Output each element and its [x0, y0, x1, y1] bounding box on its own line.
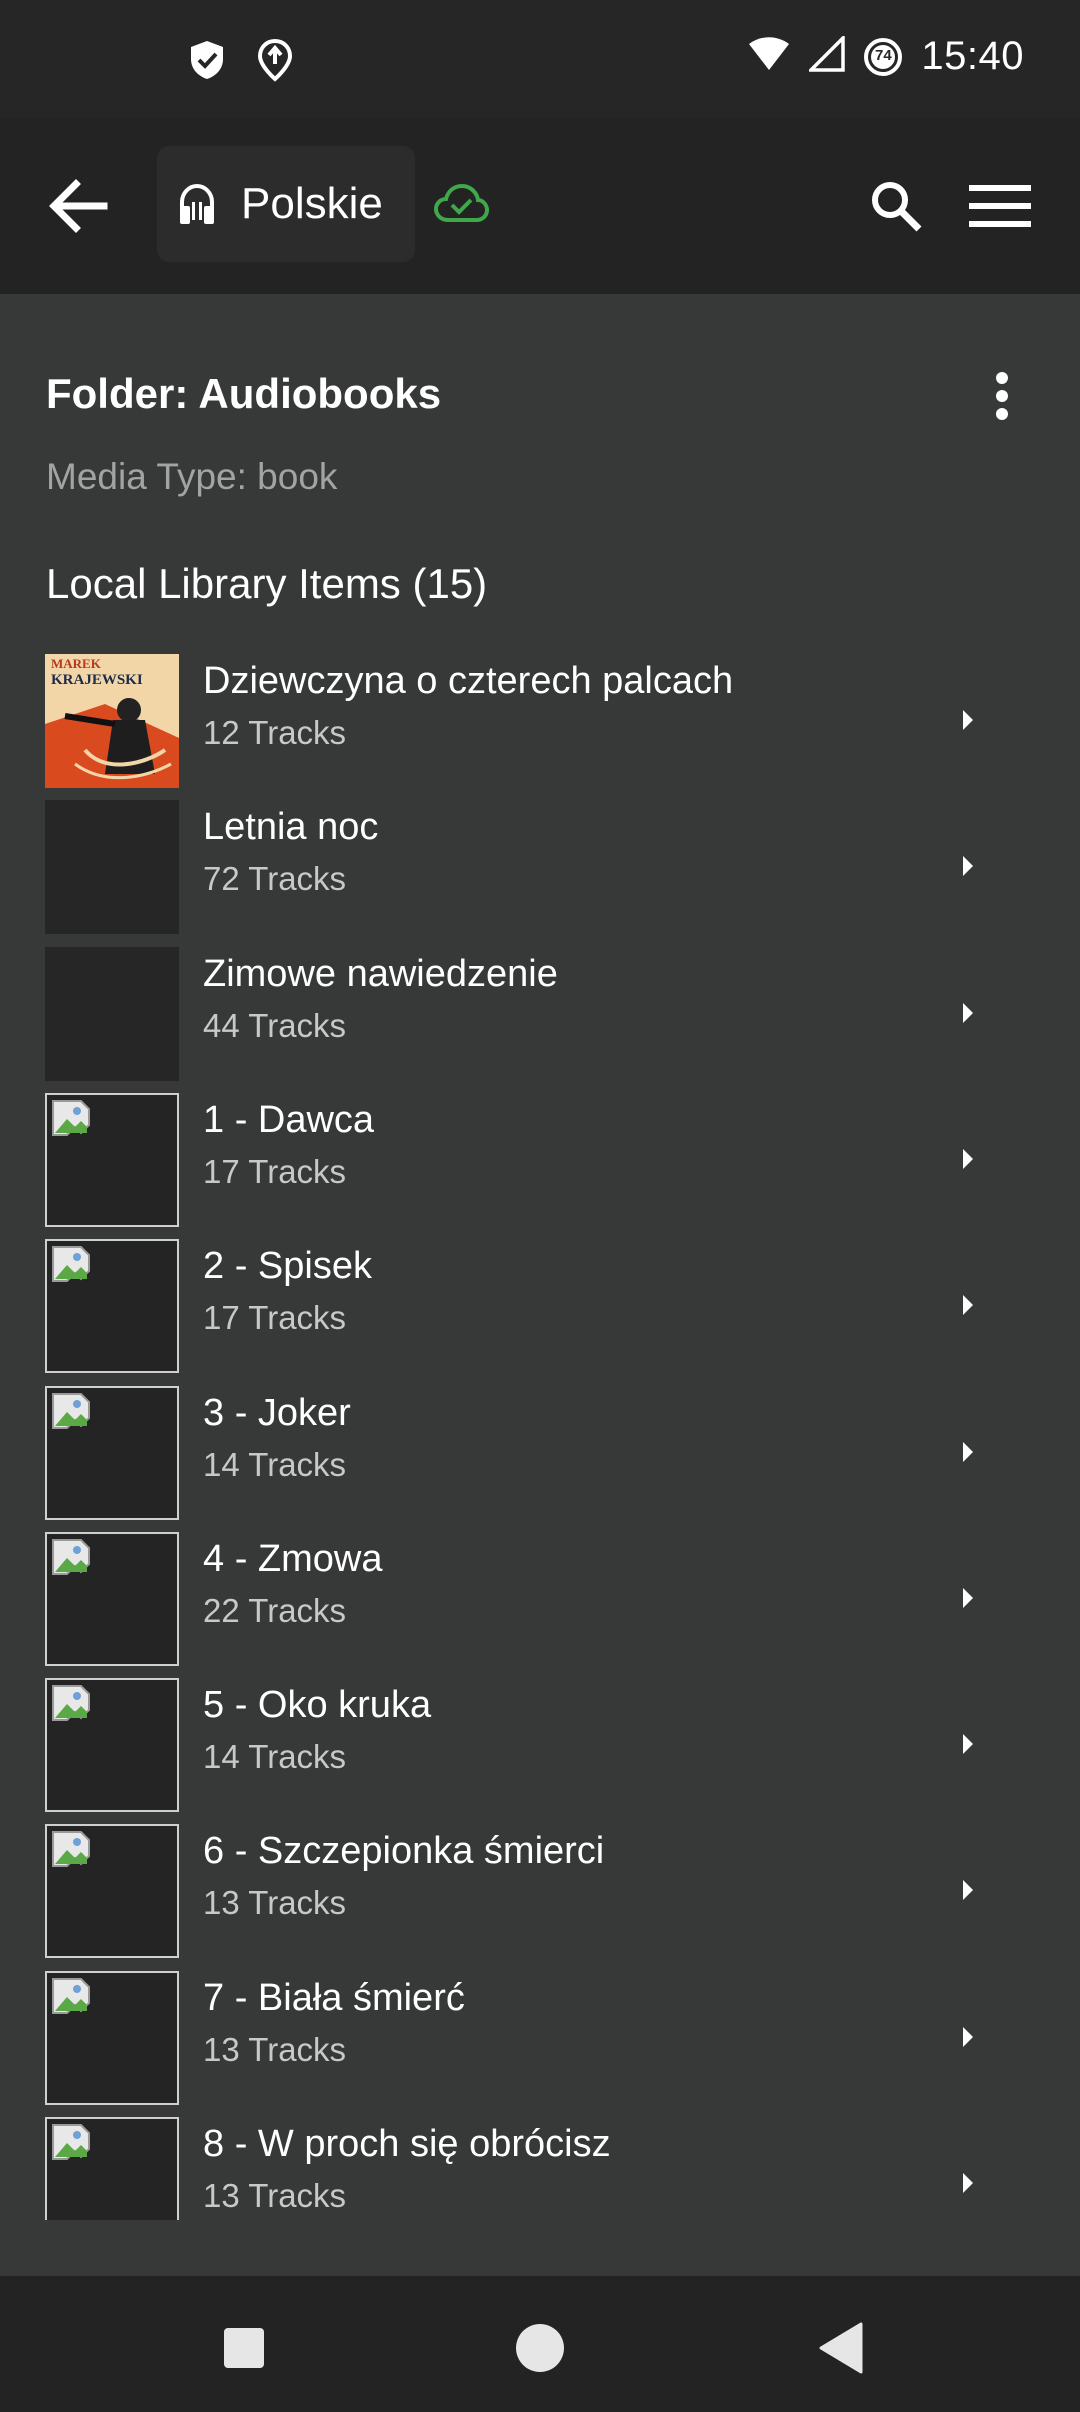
book-cover-image: MAREK KRAJEWSKI — [45, 654, 179, 788]
chevron-right-icon[interactable] — [956, 1578, 980, 1618]
back-button[interactable] — [40, 168, 116, 244]
search-button[interactable] — [862, 172, 930, 240]
library-selector-button[interactable]: Polskie — [157, 146, 415, 262]
broken-image-icon — [45, 2117, 179, 2220]
cover-author-line1: MAREK — [51, 656, 102, 671]
chevron-right-icon[interactable] — [956, 1724, 980, 1764]
item-title: 6 - Szczepionka śmierci — [203, 1830, 605, 1872]
status-bar: 74 15:40 — [0, 0, 1080, 118]
empty-cover-placeholder — [45, 800, 179, 934]
list-item[interactable]: 2 - Spisek 17 Tracks — [0, 1235, 1080, 1381]
item-title: Dziewczyna o czterech palcach — [203, 660, 734, 702]
list-item[interactable]: 4 - Zmowa 22 Tracks — [0, 1528, 1080, 1674]
home-button[interactable] — [508, 2316, 572, 2380]
chevron-right-icon[interactable] — [956, 1870, 980, 1910]
list-item[interactable]: Zimowe nawiedzenie 44 Tracks — [0, 943, 1080, 1089]
clock: 15:40 — [921, 34, 1024, 78]
chevron-right-icon[interactable] — [956, 1432, 980, 1472]
arrow-left-icon — [49, 179, 108, 233]
menu-button[interactable] — [964, 172, 1036, 240]
home-circle-icon — [516, 2324, 564, 2372]
list-item[interactable]: 5 - Oko kruka 14 Tracks — [0, 1674, 1080, 1820]
search-icon — [872, 182, 922, 232]
list-item[interactable]: 6 - Szczepionka śmierci 13 Tracks — [0, 1820, 1080, 1966]
library-name: Polskie — [241, 179, 383, 228]
item-title: 8 - W proch się obrócisz — [203, 2123, 611, 2165]
hamburger-menu-icon — [969, 185, 1031, 227]
item-title: 4 - Zmowa — [203, 1538, 383, 1580]
cover-author-line2: KRAJEWSKI — [51, 672, 143, 688]
shield-check-icon — [188, 39, 226, 86]
list-item[interactable]: 8 - W proch się obrócisz 13 Tracks — [0, 2113, 1080, 2220]
section-title: Local Library Items (15) — [46, 560, 488, 607]
more-vertical-icon — [996, 372, 1008, 420]
item-title: 3 - Joker — [203, 1392, 351, 1434]
broken-image-icon — [45, 1824, 179, 1958]
system-nav-bar — [0, 2276, 1080, 2412]
back-triangle-icon — [819, 2322, 863, 2374]
item-title: 7 - Biała śmierć — [203, 1977, 465, 2019]
status-left-icons — [188, 38, 294, 87]
item-track-count: 12 Tracks — [203, 714, 347, 751]
folder-title: Folder: Audiobooks — [46, 370, 442, 417]
chevron-right-icon[interactable] — [956, 1285, 980, 1325]
chevron-right-icon[interactable] — [956, 1139, 980, 1179]
broken-image-icon — [45, 1093, 179, 1227]
empty-cover-placeholder — [45, 947, 179, 1081]
list-item[interactable]: 3 - Joker 14 Tracks — [0, 1382, 1080, 1528]
item-track-count: 17 Tracks — [203, 1299, 347, 1336]
status-right-icons: 74 15:40 — [747, 33, 1024, 79]
item-title: 5 - Oko kruka — [203, 1684, 432, 1726]
item-track-count: 14 Tracks — [203, 1446, 347, 1483]
item-title: Zimowe nawiedzenie — [203, 953, 558, 995]
item-track-count: 17 Tracks — [203, 1153, 347, 1190]
list-item[interactable]: 7 - Biała śmierć 13 Tracks — [0, 1967, 1080, 2113]
chevron-right-icon[interactable] — [956, 993, 980, 1033]
item-track-count: 13 Tracks — [203, 2031, 347, 2068]
broken-image-icon — [45, 1678, 179, 1812]
broken-image-icon — [45, 1971, 179, 2105]
chevron-right-icon[interactable] — [956, 846, 980, 886]
broken-image-icon — [45, 1532, 179, 1666]
wifi-icon — [747, 36, 791, 77]
item-track-count: 44 Tracks — [203, 1007, 347, 1044]
item-track-count: 14 Tracks — [203, 1738, 347, 1775]
battery-level: 74 — [875, 46, 892, 64]
recents-button[interactable] — [212, 2316, 276, 2380]
item-title: 2 - Spisek — [203, 1245, 372, 1287]
list-item[interactable]: Letnia noc 72 Tracks — [0, 796, 1080, 942]
media-type-label: Media Type: book — [46, 456, 338, 497]
item-title: Letnia noc — [203, 806, 379, 848]
broken-image-icon — [45, 1386, 179, 1520]
app-bar: Polskie — [0, 118, 1080, 294]
system-back-button[interactable] — [808, 2316, 872, 2380]
library-items-list[interactable]: MAREK KRAJEWSKI Dziewczyna o czterech palc… — [0, 650, 1080, 2220]
item-track-count: 13 Tracks — [203, 1884, 347, 1921]
broken-image-icon — [45, 1239, 179, 1373]
headphones-icon — [175, 182, 219, 226]
chevron-right-icon[interactable] — [956, 2017, 980, 2057]
item-track-count: 22 Tracks — [203, 1592, 347, 1629]
chevron-right-icon[interactable] — [956, 700, 980, 740]
list-item[interactable]: 1 - Dawca 17 Tracks — [0, 1089, 1080, 1235]
cloud-check-icon[interactable] — [432, 180, 490, 228]
more-options-button[interactable] — [976, 362, 1028, 430]
item-track-count: 13 Tracks — [203, 2177, 347, 2214]
signal-icon — [807, 33, 846, 77]
list-item[interactable]: MAREK KRAJEWSKI Dziewczyna o czterech palc… — [0, 650, 1080, 796]
location-icon — [256, 38, 294, 87]
battery-saver-icon: 74 — [863, 37, 903, 77]
recents-square-icon — [224, 2328, 264, 2368]
chevron-right-icon[interactable] — [956, 2163, 980, 2203]
item-track-count: 72 Tracks — [203, 860, 347, 897]
item-title: 1 - Dawca — [203, 1099, 375, 1141]
